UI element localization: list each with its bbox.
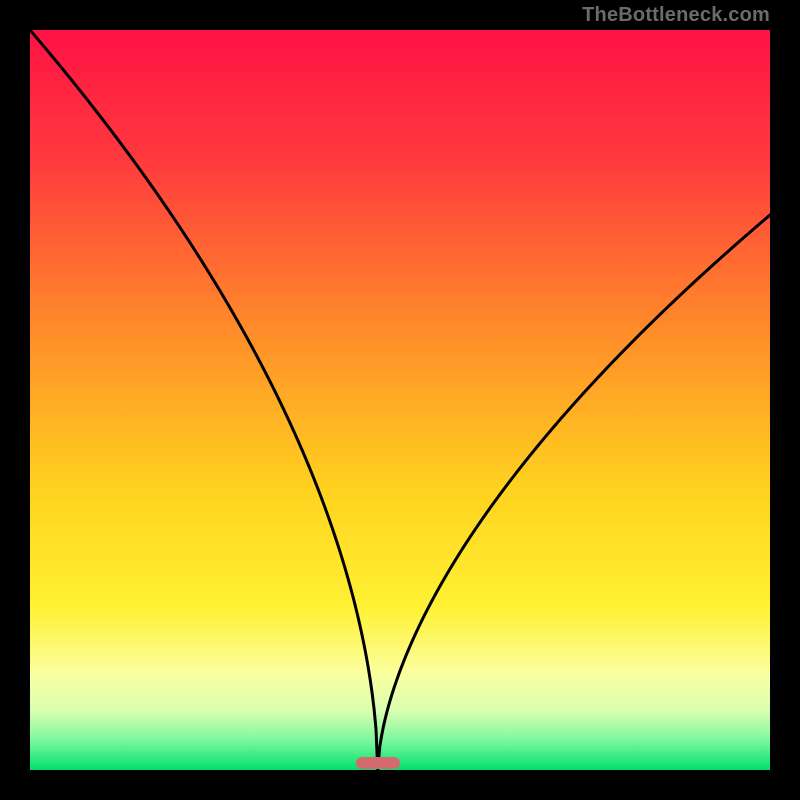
bottleneck-curve	[30, 30, 770, 770]
minimum-marker	[356, 757, 400, 769]
chart-frame: TheBottleneck.com	[0, 0, 800, 800]
plot-area	[30, 30, 770, 770]
watermark-text: TheBottleneck.com	[582, 4, 770, 27]
